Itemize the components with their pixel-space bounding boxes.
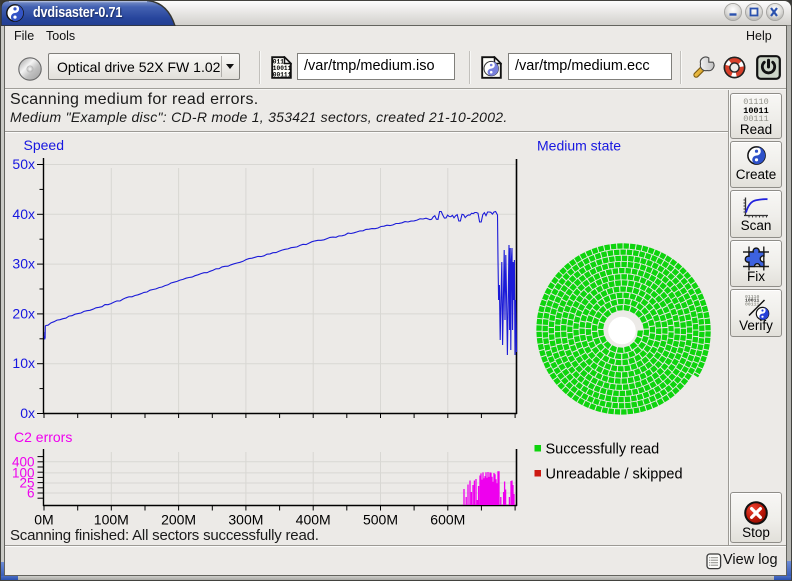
svg-text:600M: 600M (430, 512, 465, 528)
svg-text:0M: 0M (34, 512, 53, 528)
svg-text:Speed: Speed (24, 137, 64, 153)
svg-text:Unreadable / skipped: Unreadable / skipped (546, 467, 683, 483)
svg-text:500M: 500M (363, 512, 398, 528)
svg-text:200M: 200M (161, 512, 196, 528)
svg-text:Medium state: Medium state (537, 138, 621, 154)
svg-text:10x: 10x (12, 355, 35, 371)
svg-text:50x: 50x (12, 156, 35, 172)
svg-text:Successfully read: Successfully read (546, 442, 660, 458)
svg-text:30x: 30x (12, 256, 35, 272)
svg-text:400M: 400M (296, 512, 331, 528)
svg-text:40x: 40x (12, 206, 35, 222)
svg-text:100M: 100M (94, 512, 129, 528)
svg-text:6: 6 (27, 486, 35, 501)
svg-text:20x: 20x (12, 305, 35, 321)
svg-text:0x: 0x (20, 405, 35, 421)
svg-text:C2 errors: C2 errors (14, 429, 72, 445)
svg-text:300M: 300M (228, 512, 263, 528)
